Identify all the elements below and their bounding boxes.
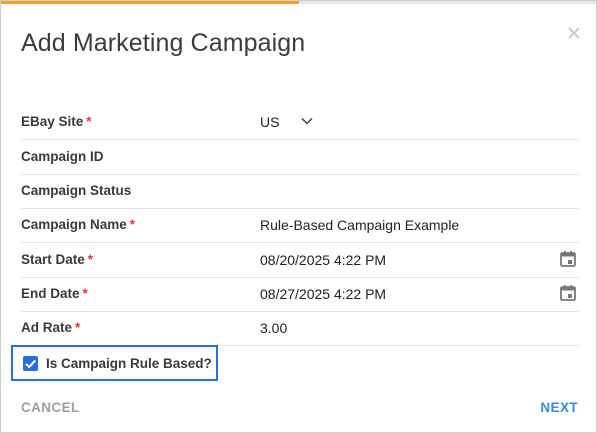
rule-based-label[interactable]: Is Campaign Rule Based? [46, 356, 212, 371]
rule-based-checkbox[interactable] [23, 356, 38, 371]
ad-rate-label: Ad Rate * [21, 320, 81, 335]
ad-rate-input[interactable]: 3.00 [260, 320, 287, 336]
check-icon [25, 359, 36, 369]
campaign-status-label: Campaign Status [21, 183, 132, 198]
end-date-input[interactable]: 08/27/2025 4:22 PM [260, 286, 386, 302]
close-icon[interactable] [566, 25, 582, 41]
start-date-input[interactable]: 08/20/2025 4:22 PM [260, 252, 386, 268]
add-campaign-dialog: Add Marketing Campaign EBay Site * US Cam… [0, 0, 597, 433]
end-date-label: End Date * [21, 286, 88, 301]
ebay-site-select[interactable]: US [260, 114, 279, 130]
campaign-id-row: Campaign ID [21, 140, 579, 175]
calendar-icon[interactable] [559, 284, 577, 302]
chevron-down-icon[interactable] [300, 114, 314, 128]
ebay-site-label: EBay Site * [21, 114, 92, 129]
start-date-row: Start Date * 08/20/2025 4:22 PM [21, 243, 579, 278]
dialog-title: Add Marketing Campaign [21, 29, 306, 57]
progress-bar [1, 1, 596, 4]
ebay-site-row: EBay Site * US [21, 105, 579, 140]
progress-bar-fill [1, 1, 299, 4]
ad-rate-row: Ad Rate * 3.00 [21, 311, 579, 346]
campaign-status-row: Campaign Status [21, 174, 579, 209]
campaign-name-input[interactable]: Rule-Based Campaign Example [260, 217, 459, 233]
rule-based-highlight: Is Campaign Rule Based? [11, 345, 218, 381]
next-button[interactable]: NEXT [540, 400, 578, 415]
campaign-name-row: Campaign Name * Rule-Based Campaign Examp… [21, 208, 579, 243]
cancel-button[interactable]: CANCEL [21, 400, 80, 415]
calendar-icon[interactable] [559, 250, 577, 268]
campaign-id-label: Campaign ID [21, 149, 104, 164]
campaign-name-label: Campaign Name * [21, 217, 136, 232]
start-date-label: Start Date * [21, 252, 94, 267]
end-date-row: End Date * 08/27/2025 4:22 PM [21, 277, 579, 312]
